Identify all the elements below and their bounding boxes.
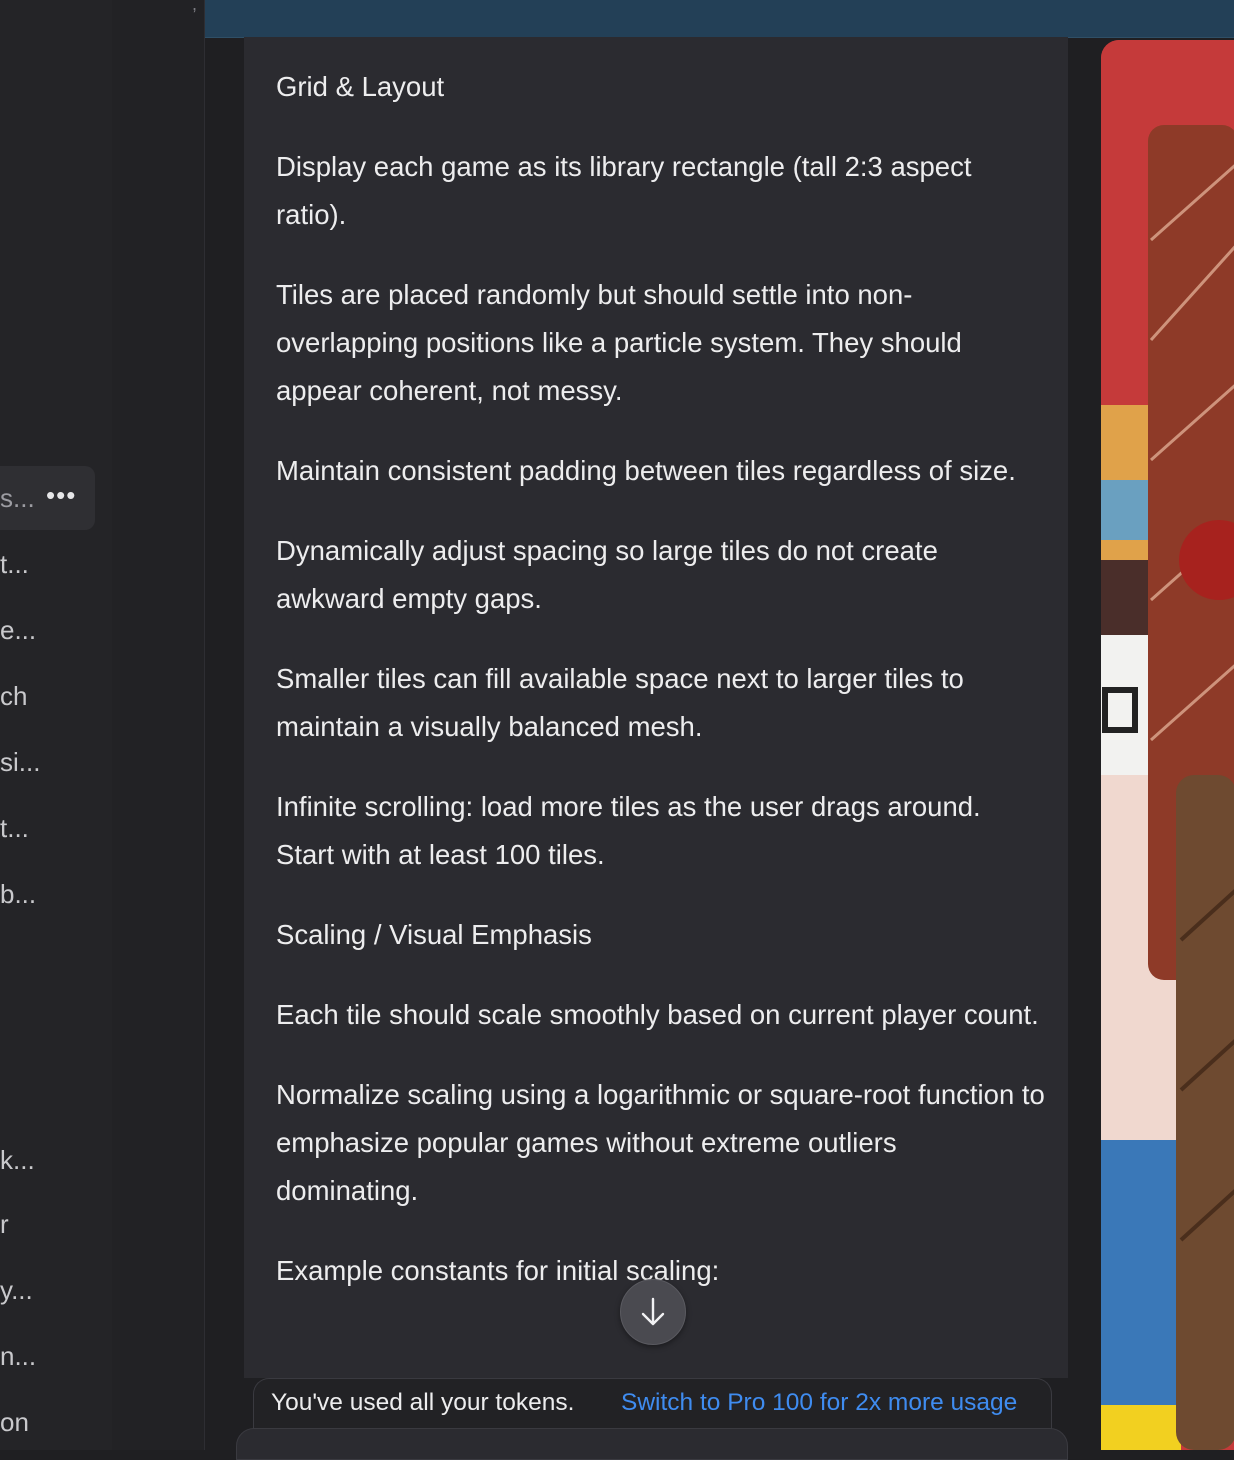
usage-limit-banner: You've used all your tokens. Switch to P… (253, 1378, 1052, 1429)
game-artwork-preview (1101, 40, 1234, 1450)
sidebar-item-active-label[interactable]: s... (0, 483, 35, 514)
sidebar-item[interactable]: ch (0, 681, 27, 712)
top-bar (205, 0, 1234, 38)
upgrade-link[interactable]: Switch to Pro 100 for 2x more usage (621, 1389, 1017, 1417)
sidebar-divider-panel (112, 0, 205, 1450)
sidebar-item[interactable]: y... (0, 1275, 33, 1306)
game-artwork-image (1101, 40, 1234, 1450)
message-paragraph: Display each game as its library rectang… (276, 151, 972, 230)
message-content: Grid & Layout Display each game as its l… (276, 63, 1046, 1327)
message-paragraph: Normalize scaling using a logarithmic or… (276, 1079, 1045, 1206)
sidebar-item[interactable]: on (0, 1407, 29, 1438)
more-options-icon[interactable]: ••• (46, 480, 76, 511)
sidebar-top-glyph: , (192, 0, 198, 14)
sidebar-item[interactable]: si... (0, 747, 40, 778)
message-heading: Grid & Layout (276, 71, 445, 102)
sidebar-item[interactable]: b... (0, 879, 36, 910)
message-paragraph: Dynamically adjust spacing so large tile… (276, 535, 938, 614)
message-heading: Scaling / Visual Emphasis (276, 919, 592, 950)
message-paragraph: Infinite scrolling: load more tiles as t… (276, 791, 981, 870)
message-panel: Grid & Layout Display each game as its l… (244, 37, 1068, 1378)
sidebar-item[interactable]: t... (0, 549, 29, 580)
sidebar-item[interactable]: t... (0, 813, 29, 844)
usage-limit-message: You've used all your tokens. (271, 1389, 575, 1416)
sidebar-item[interactable]: n... (0, 1341, 36, 1372)
arrow-down-icon (641, 1297, 665, 1326)
sidebar-item[interactable]: k... (0, 1145, 35, 1176)
sidebar-item[interactable]: r (0, 1209, 9, 1240)
message-paragraph: Tiles are placed randomly but should set… (276, 279, 962, 406)
message-paragraph: Smaller tiles can fill available space n… (276, 663, 964, 742)
message-composer[interactable] (236, 1428, 1068, 1460)
message-paragraph: Each tile should scale smoothly based on… (276, 999, 1039, 1030)
message-paragraph: Maintain consistent padding between tile… (276, 455, 1016, 486)
sidebar-item[interactable]: e... (0, 615, 36, 646)
sidebar (0, 0, 112, 1450)
scroll-down-button[interactable] (620, 1279, 686, 1345)
